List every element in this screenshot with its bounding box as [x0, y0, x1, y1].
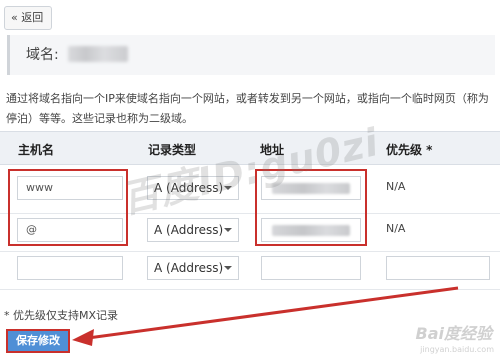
baidu-url: jingyan.baidu.com: [420, 345, 494, 354]
annotation-arrow: [72, 286, 459, 346]
baidu-logo: Bai度经验: [415, 324, 492, 343]
arrow-head: [72, 329, 94, 346]
arrow-shaft: [87, 286, 459, 340]
